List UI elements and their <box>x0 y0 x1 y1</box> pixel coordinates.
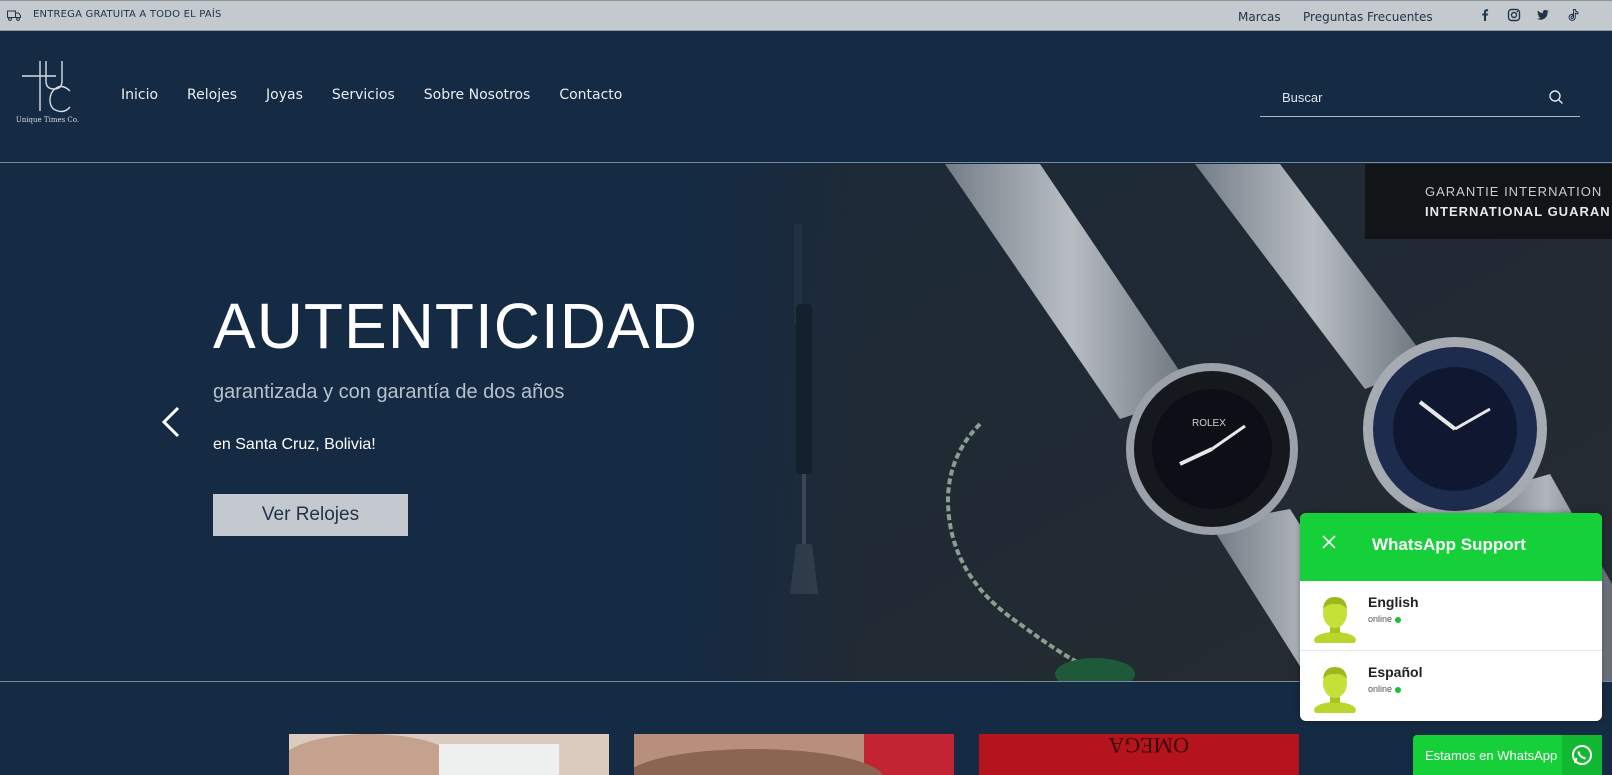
truck-icon <box>7 10 21 21</box>
photo-text-1: GARANTIE INTERNATION <box>1425 184 1602 199</box>
nav-servicios[interactable]: Servicios <box>332 87 395 103</box>
close-icon[interactable] <box>1320 533 1338 551</box>
site-logo[interactable]: Unique Times Co. <box>10 59 85 134</box>
whatsapp-panel-title: WhatsApp Support <box>1372 535 1526 554</box>
online-dot-icon <box>1395 616 1402 623</box>
avatar <box>1314 597 1356 643</box>
whatsapp-panel-header: WhatsApp Support <box>1300 513 1602 581</box>
top-bar: ENTREGA GRATUITA A TODO EL PAÍS Marcas P… <box>0 0 1612 31</box>
logo-text: Unique Times Co. <box>15 116 80 124</box>
free-shipping-text: ENTREGA GRATUITA A TODO EL PAÍS <box>33 9 222 20</box>
view-watches-button[interactable]: Ver Relojes <box>213 494 408 536</box>
nav-relojes[interactable]: Relojes <box>187 87 237 103</box>
logo-monogram <box>22 61 71 113</box>
whatsapp-chat-button[interactable]: Estamos en WhatsApp <box>1413 735 1602 775</box>
brands-link[interactable]: Marcas <box>1238 10 1281 24</box>
chevron-left-icon[interactable] <box>160 402 184 442</box>
instagram-icon[interactable] <box>1507 8 1521 22</box>
search-box <box>1260 79 1580 117</box>
avatar <box>1314 667 1356 713</box>
search-input[interactable] <box>1260 79 1540 115</box>
agent-name: English <box>1368 594 1419 610</box>
twitter-icon[interactable] <box>1536 8 1550 22</box>
whatsapp-button-label: Estamos en WhatsApp <box>1425 748 1558 763</box>
whatsapp-icon <box>1562 735 1602 775</box>
facebook-icon[interactable] <box>1478 8 1492 22</box>
agent-english[interactable]: English online <box>1300 581 1602 651</box>
hero-title: AUTENTICIDAD <box>213 290 698 362</box>
nav-contacto[interactable]: Contacto <box>559 87 622 103</box>
nav-sobre-nosotros[interactable]: Sobre Nosotros <box>424 87 531 103</box>
online-dot-icon <box>1395 686 1402 693</box>
nav-inicio[interactable]: Inicio <box>121 87 158 103</box>
category-card-2[interactable] <box>634 734 954 775</box>
main-nav: Inicio Relojes Joyas Servicios Sobre Nos… <box>121 87 651 103</box>
agent-status: online <box>1368 614 1402 624</box>
site-header: Unique Times Co. Inicio Relojes Joyas Se… <box>0 31 1612 163</box>
hero-location: en Santa Cruz, Bolivia! <box>213 436 376 453</box>
category-card-3[interactable]: OMEGA <box>979 734 1299 775</box>
hero-overlay <box>600 164 860 681</box>
agent-espanol[interactable]: Español online <box>1300 651 1602 721</box>
nav-joyas[interactable]: Joyas <box>266 87 303 103</box>
agent-name: Español <box>1368 664 1423 680</box>
faq-link[interactable]: Preguntas Frecuentes <box>1303 10 1433 24</box>
svg-text:ROLEX: ROLEX <box>1192 418 1226 429</box>
agent-status: online <box>1368 684 1402 694</box>
category-card-1[interactable] <box>289 734 609 775</box>
whatsapp-support-panel: WhatsApp Support English online Español … <box>1300 513 1602 721</box>
hero-subtitle: garantizada y con garantía de dos años <box>213 381 565 403</box>
photo-text-2: INTERNATIONAL GUARAN <box>1425 204 1611 219</box>
tiktok-icon[interactable] <box>1566 8 1580 22</box>
svg-text:OMEGA: OMEGA <box>1108 734 1189 758</box>
search-icon[interactable] <box>1548 89 1564 105</box>
